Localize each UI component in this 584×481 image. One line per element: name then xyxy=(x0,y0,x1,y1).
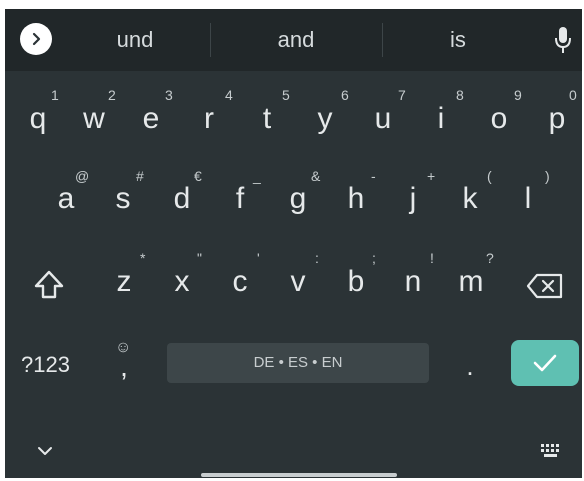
check-icon xyxy=(533,354,557,372)
key-hint: + xyxy=(427,168,436,184)
key-n[interactable]: n xyxy=(396,267,430,297)
key-hint: & xyxy=(311,168,321,184)
key-s[interactable]: s xyxy=(106,184,140,214)
key-b[interactable]: b xyxy=(339,267,373,297)
key-y[interactable]: y xyxy=(308,104,342,134)
key-hint: @ xyxy=(75,168,90,184)
key-w[interactable]: w xyxy=(77,104,111,134)
key-hint: 5 xyxy=(282,87,290,103)
key-hint: 3 xyxy=(165,87,173,103)
key-f[interactable]: f xyxy=(223,184,257,214)
period-key[interactable]: . xyxy=(460,353,480,379)
key-o[interactable]: o xyxy=(482,104,516,134)
key-k[interactable]: k xyxy=(453,184,487,214)
keyboard-icon[interactable] xyxy=(540,443,562,459)
key-u[interactable]: u xyxy=(366,104,400,134)
key-m[interactable]: m xyxy=(454,267,488,297)
navigation-handle[interactable] xyxy=(201,473,397,477)
key-hint: 9 xyxy=(514,87,522,103)
key-hint: 7 xyxy=(398,87,406,103)
key-q[interactable]: q xyxy=(21,104,55,134)
chevron-right-icon xyxy=(32,32,41,46)
key-hint: - xyxy=(371,168,376,184)
chevron-down-icon[interactable] xyxy=(36,445,54,457)
suggestion-1[interactable]: und xyxy=(60,27,210,53)
key-hint: ) xyxy=(545,168,550,184)
enter-button[interactable] xyxy=(511,340,579,386)
key-hint: " xyxy=(197,250,202,266)
key-d[interactable]: d xyxy=(165,184,199,214)
key-a[interactable]: a xyxy=(49,184,83,214)
suggestion-divider xyxy=(210,23,211,57)
suggestion-bar: und and is xyxy=(5,9,582,71)
key-z[interactable]: z xyxy=(107,267,141,297)
key-hint: 0 xyxy=(569,87,577,103)
key-g[interactable]: g xyxy=(281,184,315,214)
key-j[interactable]: j xyxy=(396,184,430,214)
key-x[interactable]: x xyxy=(165,267,199,297)
symbols-key[interactable]: ?123 xyxy=(21,352,70,378)
key-l[interactable]: l xyxy=(511,184,545,214)
keyboard: und and is q 1 w 2 e 3 r 4 t 5 y 6 u 7 i… xyxy=(5,9,582,478)
key-r[interactable]: r xyxy=(192,104,226,134)
key-p[interactable]: p xyxy=(540,104,574,134)
key-hint: € xyxy=(194,168,202,184)
key-h[interactable]: h xyxy=(339,184,373,214)
key-hint: 8 xyxy=(456,87,464,103)
key-hint: ? xyxy=(486,250,494,266)
key-hint: : xyxy=(315,250,319,266)
expand-toolbar-button[interactable] xyxy=(20,23,52,55)
key-hint: ; xyxy=(372,250,376,266)
suggestion-2[interactable]: and xyxy=(221,27,371,53)
emoji-icon: ☺ xyxy=(115,339,132,356)
suggestion-3[interactable]: is xyxy=(383,27,533,53)
key-i[interactable]: i xyxy=(424,104,458,134)
key-hint: ( xyxy=(487,168,492,184)
backspace-icon[interactable] xyxy=(525,270,565,302)
key-hint: ' xyxy=(257,250,260,266)
key-e[interactable]: e xyxy=(134,104,168,134)
key-hint: ! xyxy=(430,250,434,266)
key-v[interactable]: v xyxy=(281,267,315,297)
key-hint: 2 xyxy=(108,87,116,103)
key-hint: 4 xyxy=(225,87,233,103)
microphone-icon[interactable] xyxy=(553,25,573,55)
key-t[interactable]: t xyxy=(250,104,284,134)
spacebar[interactable]: DE • ES • EN xyxy=(167,343,429,383)
comma-key[interactable]: , xyxy=(109,353,139,381)
key-hint: * xyxy=(140,250,146,266)
key-hint: 6 xyxy=(341,87,349,103)
key-hint: 1 xyxy=(51,87,59,103)
shift-icon[interactable] xyxy=(31,267,67,303)
key-hint: _ xyxy=(253,168,261,184)
key-hint: # xyxy=(136,168,144,184)
key-c[interactable]: c xyxy=(223,267,257,297)
